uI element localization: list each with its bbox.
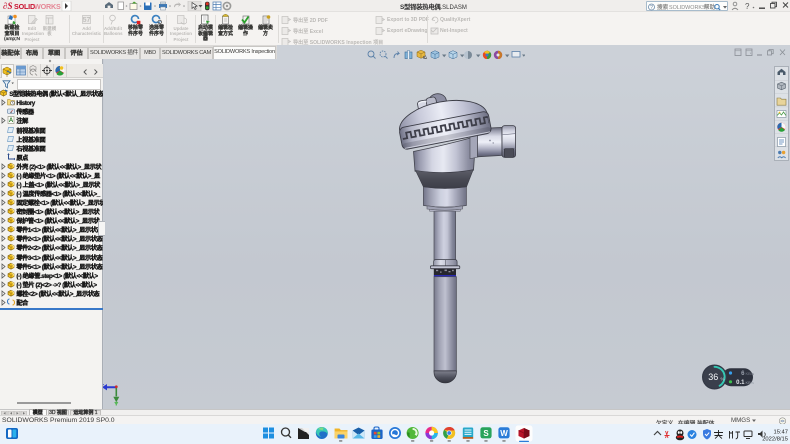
svg-text:帮助: 帮助 (704, 3, 716, 11)
svg-text:W: W (500, 429, 508, 438)
svg-text:SOLIDWORKS: SOLIDWORKS (669, 5, 706, 11)
svg-text:?: ? (745, 2, 750, 11)
svg-text:S: S (483, 429, 489, 438)
svg-text:SOLID: SOLID (14, 2, 35, 11)
svg-text:?: ? (650, 5, 653, 11)
svg-text:搜索: 搜索 (657, 3, 669, 11)
svg-text:57: 57 (83, 17, 91, 24)
svg-text:36: 36 (708, 372, 718, 382)
svg-text:KB/s: KB/s (746, 371, 754, 376)
svg-text:A: A (9, 118, 14, 124)
svg-text:%: % (721, 377, 725, 382)
svg-text:WORKS: WORKS (34, 2, 61, 11)
svg-text:15:47: 15:47 (773, 430, 788, 436)
svg-text:∂S: ∂S (3, 1, 12, 11)
svg-text:0.1: 0.1 (736, 380, 745, 386)
svg-text:KB/s: KB/s (746, 380, 754, 385)
svg-text:2022/8/15: 2022/8/15 (762, 437, 788, 443)
